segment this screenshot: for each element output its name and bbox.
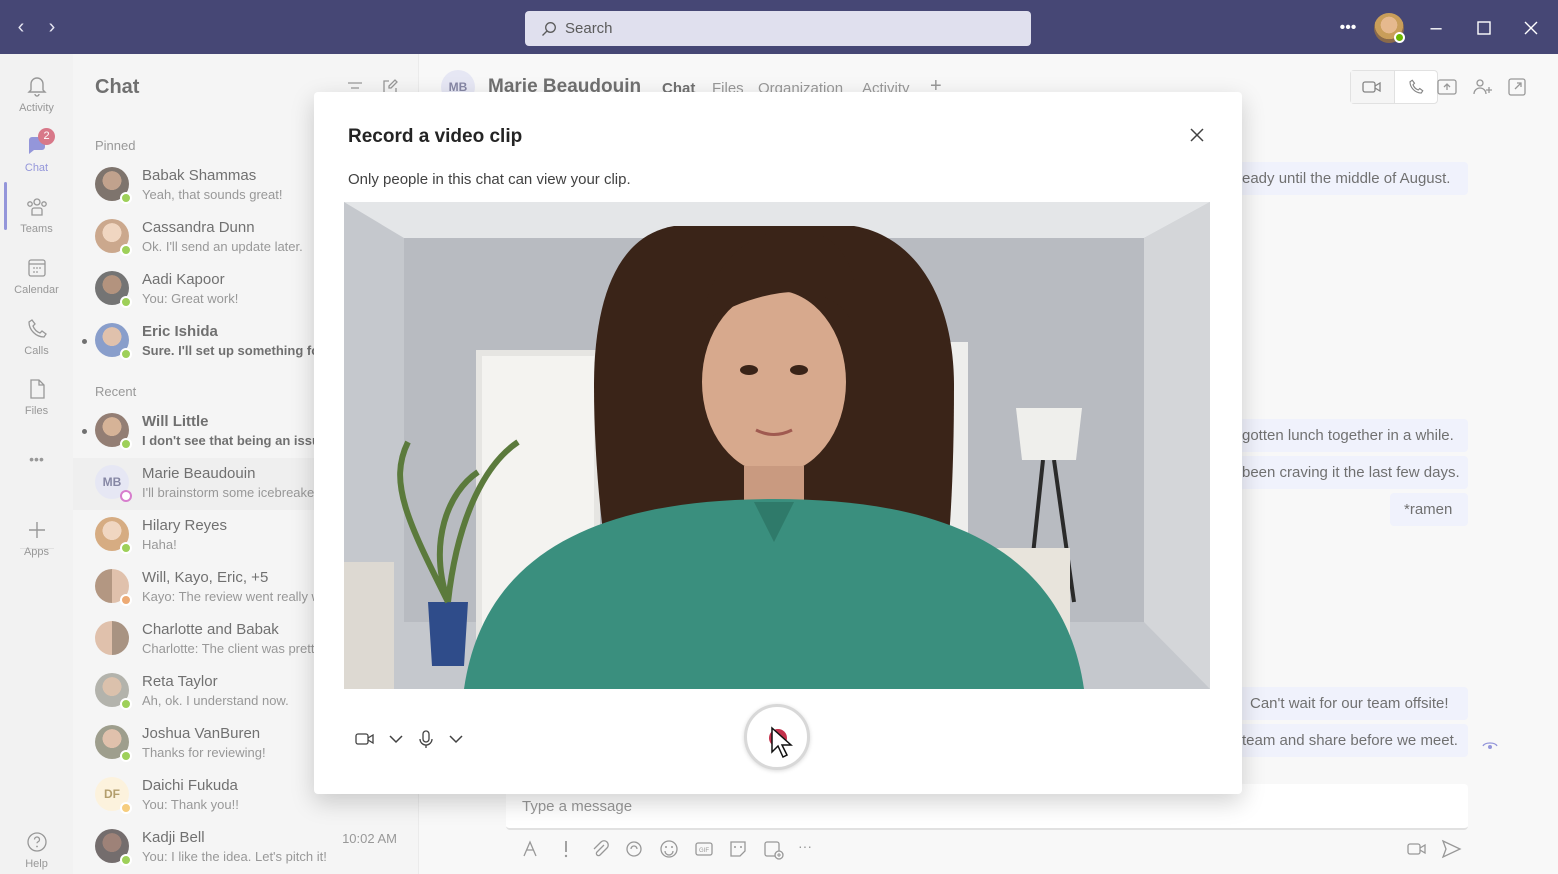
more-options-icon[interactable]: ••• [1333,14,1363,42]
close-icon[interactable] [1186,124,1208,146]
close-window-icon[interactable] [1516,14,1546,42]
microphone-icon[interactable] [415,728,437,750]
title-bar: ‹ › Search ••• – [0,0,1558,54]
camera-options-chevron-down-icon[interactable] [385,728,407,750]
camera-feed-image [344,202,1210,689]
search-input[interactable]: Search [525,11,1031,46]
forward-arrow-icon[interactable]: › [40,14,64,40]
record-video-clip-dialog: Record a video clip Only people in this … [314,92,1242,794]
profile-avatar[interactable] [1374,13,1405,43]
back-arrow-icon[interactable]: ‹ [9,14,33,40]
microphone-options-chevron-down-icon[interactable] [445,728,467,750]
dialog-subtitle: Only people in this chat can view your c… [348,171,631,188]
maximize-icon[interactable] [1469,14,1499,42]
camera-icon[interactable] [354,728,376,750]
search-placeholder: Search [565,20,613,37]
mouse-cursor-icon [771,726,793,759]
minimize-icon[interactable]: – [1421,14,1451,42]
camera-preview [344,202,1210,689]
dialog-title: Record a video clip [348,126,523,147]
presence-available-icon [1394,32,1405,43]
search-icon [542,21,556,36]
